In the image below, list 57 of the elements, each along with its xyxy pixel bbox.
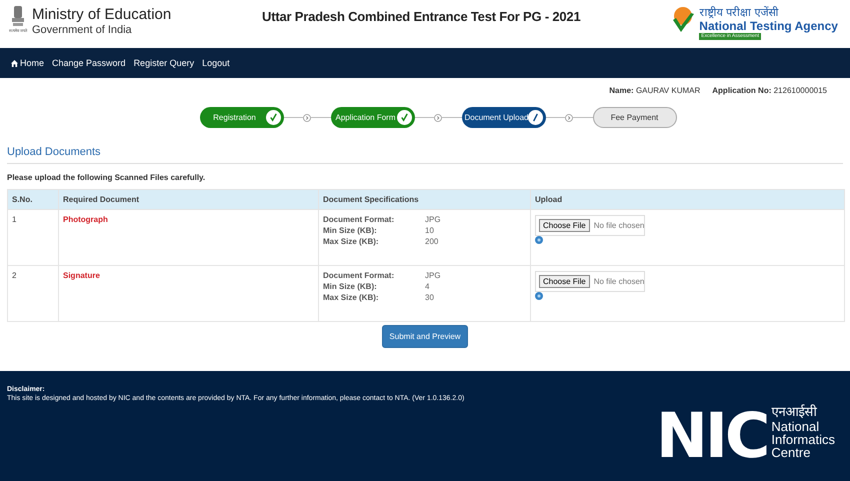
help-icon[interactable]: [535, 236, 543, 244]
agency-name: National Testing Agency: [699, 19, 838, 33]
help-icon[interactable]: [535, 292, 543, 300]
spec-label: Min Size (KB):: [323, 226, 378, 235]
nav-link[interactable]: Logout: [202, 58, 230, 68]
nav-link[interactable]: Home: [11, 58, 44, 68]
nic-logo-text: NIC: [656, 406, 768, 466]
national-emblem-icon: [11, 6, 25, 28]
spec-value: JPG: [425, 271, 442, 280]
nav-link[interactable]: Change Password: [52, 58, 126, 68]
table-cell: 1: [8, 210, 58, 266]
section-title: Upload Documents: [7, 146, 843, 164]
spec-label: Min Size (KB):: [323, 282, 378, 291]
document-name: Photograph: [63, 215, 108, 224]
column-header: S.No.: [8, 190, 58, 210]
spec-label: Max Size (KB):: [323, 237, 380, 246]
tick-logo-icon: [671, 6, 696, 34]
column-header: Required Document: [58, 190, 318, 210]
file-status-text: No file chosen: [594, 221, 644, 230]
spec-value: 10: [425, 226, 435, 235]
progress-step: Registration: [200, 107, 284, 128]
page-title: Uttar Pradesh Combined Entrance Test For PG - 2021: [262, 9, 580, 24]
file-input-field[interactable]: Choose File No file chosen: [535, 215, 645, 236]
submit-button[interactable]: Submit and Preview: [382, 325, 468, 348]
progress-step: Document Upload: [462, 107, 546, 128]
instruction-text: Please upload the following Scanned Files carefully.: [7, 173, 206, 182]
table-cell: 2: [8, 266, 58, 322]
spec-value: 4: [425, 282, 430, 291]
choose-file-button[interactable]: Choose File: [539, 219, 590, 232]
nic-name-line: Informatics: [771, 433, 835, 446]
choose-file-button[interactable]: Choose File: [539, 275, 590, 288]
government-name: Government of India: [32, 24, 133, 37]
chevron-circle-icon: [565, 114, 573, 122]
spec-value: 30: [425, 293, 435, 302]
chevron-circle-icon: [303, 114, 311, 122]
ministry-name: Ministry of Education: [32, 6, 172, 24]
column-header: Upload: [530, 190, 844, 210]
document-name: Signature: [63, 271, 100, 280]
file-status-text: No file chosen: [594, 277, 644, 286]
column-header: Document Specifications: [318, 190, 530, 210]
candidate-name: Name: GAURAV KUMAR: [609, 86, 700, 95]
spec-value: 200: [425, 237, 440, 246]
file-input-field[interactable]: Choose File No file chosen: [535, 271, 645, 292]
spec-value: JPG: [425, 215, 442, 224]
nav-link[interactable]: Register Query: [134, 58, 194, 68]
spec-label: Document Format:: [323, 271, 396, 280]
nic-name-hindi: एनआईसी: [771, 406, 818, 420]
spec-label: Max Size (KB):: [323, 293, 380, 302]
progress-step: Application Form: [330, 107, 414, 128]
chevron-circle-icon: [434, 114, 442, 122]
application-number: Application No: 212610000015: [712, 86, 827, 95]
nic-name-line: National: [771, 420, 820, 433]
nic-name-line: Centre: [771, 446, 812, 459]
agency-name-hindi: राष्ट्रीय परीक्षा एजेंसी: [699, 6, 780, 19]
home-icon: [11, 60, 18, 66]
spec-label: Document Format:: [323, 215, 396, 224]
progress-step: Fee Payment: [592, 107, 676, 128]
